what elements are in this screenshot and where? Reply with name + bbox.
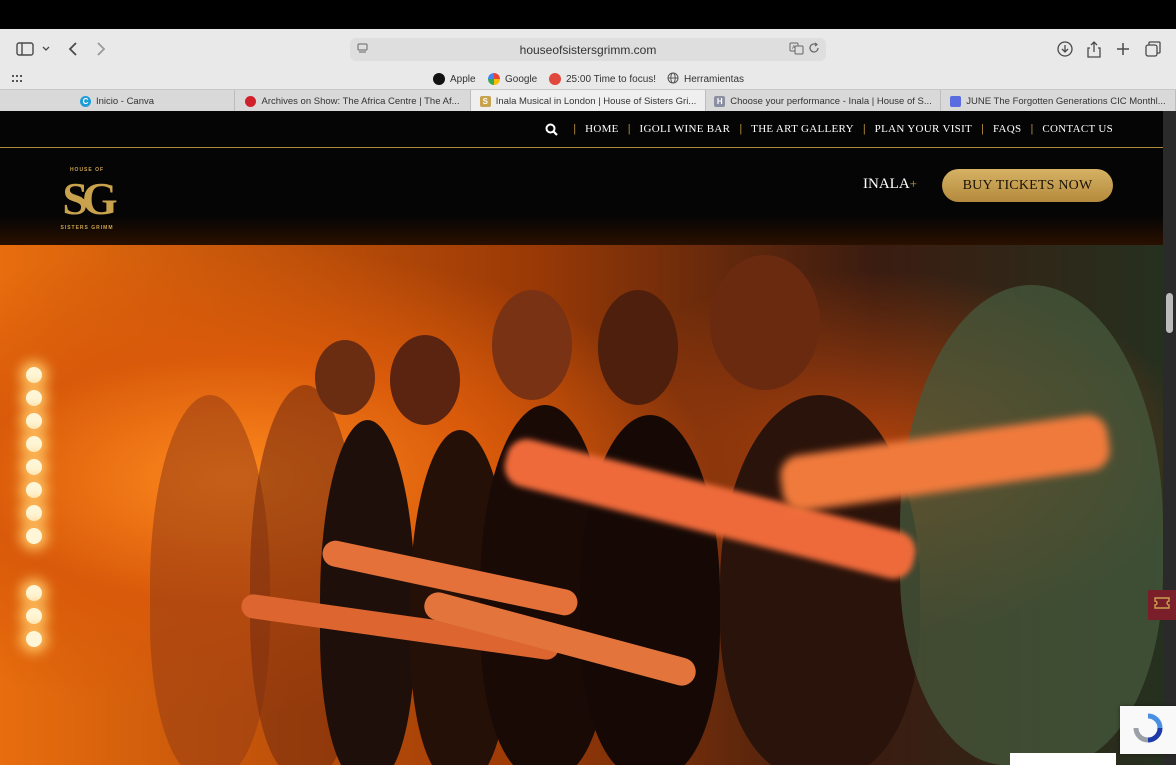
stage-light <box>26 459 42 475</box>
page-menu-icon[interactable] <box>357 43 368 57</box>
downloads-icon[interactable] <box>1055 38 1075 60</box>
favorite-google[interactable]: Google <box>488 70 537 88</box>
buy-tickets-button[interactable]: BUY TICKETS NOW <box>942 169 1113 202</box>
page-scrollbar[interactable] <box>1163 111 1176 765</box>
site-logo[interactable]: HOUSE OF SG SISTERS GRIMM <box>60 167 117 239</box>
globe-icon <box>667 72 679 87</box>
recaptcha-badge[interactable] <box>1120 706 1176 754</box>
stage-light <box>26 390 42 406</box>
favorite-label: Google <box>505 73 538 85</box>
stage-light <box>26 436 42 452</box>
recaptcha-icon <box>1133 713 1163 748</box>
favorite-focus-timer[interactable]: 25:00 Time to focus! <box>549 70 656 88</box>
stage-light <box>26 482 42 498</box>
back-icon[interactable] <box>64 38 82 60</box>
stage-light <box>26 608 42 624</box>
calendar-icon <box>950 95 962 107</box>
performer-head <box>315 340 375 415</box>
h-icon: H <box>714 95 726 107</box>
favorite-label: Herramientas <box>684 73 745 85</box>
sg-icon: S <box>479 95 491 107</box>
africa-centre-icon <box>245 95 257 107</box>
nav-separator: | <box>1030 123 1034 135</box>
logo-monogram: SG <box>62 173 117 224</box>
forward-icon[interactable] <box>92 38 110 60</box>
tab-strip: C Inicio - Canva Archives on Show: The A… <box>0 89 1176 112</box>
stage-light <box>26 585 42 601</box>
reload-icon[interactable] <box>808 42 820 58</box>
nav-art-gallery[interactable]: THE ART GALLERY <box>751 123 854 135</box>
search-icon[interactable] <box>545 123 559 136</box>
favorite-label: Apple <box>450 73 476 85</box>
screen-top-bar <box>0 0 1176 29</box>
nav-contact-us[interactable]: CONTACT US <box>1042 123 1113 135</box>
nav-separator: | <box>981 123 984 135</box>
tab-label: JUNE The Forgotten Generations CIC Month… <box>966 95 1166 107</box>
site-header: HOUSE OF SG SISTERS GRIMM INALA+ BUY TIC… <box>0 149 1163 245</box>
stage-light <box>26 367 42 383</box>
stage-light <box>26 413 42 429</box>
website-viewport: | HOME | IGOLI WINE BAR | THE ART GALLER… <box>0 111 1163 765</box>
translate-icon[interactable]: A <box>789 42 804 58</box>
tab-label: Choose your performance - Inala | House … <box>730 95 932 107</box>
nav-separator: | <box>627 123 631 135</box>
nav-plan-your-visit[interactable]: PLAN YOUR VISIT <box>875 123 972 135</box>
tab-choose-performance[interactable]: H Choose your performance - Inala | Hous… <box>706 90 941 112</box>
nav-separator: | <box>739 123 743 135</box>
nav-home[interactable]: HOME <box>585 123 619 135</box>
timer-icon <box>549 73 561 85</box>
favorite-label: 25:00 Time to focus! <box>566 73 657 85</box>
tab-forgotten-generations[interactable]: JUNE The Forgotten Generations CIC Month… <box>941 90 1176 112</box>
google-icon <box>488 73 500 85</box>
inala-menu[interactable]: INALA+ <box>863 176 917 193</box>
new-tab-icon[interactable] <box>1114 38 1132 60</box>
favorites-bar: Apple Google 25:00 Time to focus! Herram… <box>0 69 1176 89</box>
share-icon[interactable] <box>1085 38 1103 60</box>
address-bar[interactable]: houseofsistersgrimm.com A <box>350 38 826 61</box>
site-top-nav: | HOME | IGOLI WINE BAR | THE ART GALLER… <box>0 111 1163 148</box>
nav-separator: | <box>862 123 866 135</box>
logo-bottom-text: SISTERS GRIMM <box>60 225 114 231</box>
favorite-herramientas[interactable]: Herramientas <box>667 70 744 88</box>
hero-image <box>0 245 1163 765</box>
tab-label: Archives on Show: The Africa Centre | Th… <box>261 95 460 107</box>
nav-igoli-wine-bar[interactable]: IGOLI WINE BAR <box>640 123 731 135</box>
svg-text:A: A <box>792 45 796 51</box>
tab-africa-centre[interactable]: Archives on Show: The Africa Centre | Th… <box>235 90 471 112</box>
performer-blurred <box>900 285 1163 765</box>
tab-overview-icon[interactable] <box>1143 38 1163 60</box>
sidebar-toggle-icon[interactable] <box>14 38 36 60</box>
favorite-apple[interactable]: Apple <box>433 70 476 88</box>
scrollbar-thumb[interactable] <box>1166 293 1173 333</box>
tab-canva[interactable]: C Inicio - Canva <box>0 90 235 112</box>
nav-faqs[interactable]: FAQS <box>993 123 1022 135</box>
nav-separator: | <box>573 123 577 135</box>
performer-head <box>710 255 820 390</box>
plus-icon: + <box>909 176 917 191</box>
stage-light <box>26 505 42 521</box>
tab-label: Inicio - Canva <box>95 95 155 107</box>
ticket-side-tab[interactable] <box>1148 590 1176 620</box>
tab-label: Inala Musical in London | House of Siste… <box>495 95 697 107</box>
performer-head <box>390 335 460 425</box>
favorites-grid-icon[interactable] <box>12 70 23 88</box>
canva-icon: C <box>79 95 91 107</box>
ticket-icon <box>1154 596 1170 614</box>
performer-body <box>320 420 415 765</box>
inala-label: INALA <box>863 176 910 192</box>
chevron-down-icon[interactable] <box>40 38 52 60</box>
performer-head <box>598 290 678 405</box>
chat-widget-edge <box>1010 753 1116 765</box>
apple-icon <box>433 73 445 85</box>
performer-head <box>492 290 572 400</box>
url-text: houseofsistersgrimm.com <box>519 42 657 57</box>
stage-light <box>26 528 42 544</box>
tab-inala-musical[interactable]: S Inala Musical in London | House of Sis… <box>471 90 706 112</box>
stage-light <box>26 631 42 647</box>
